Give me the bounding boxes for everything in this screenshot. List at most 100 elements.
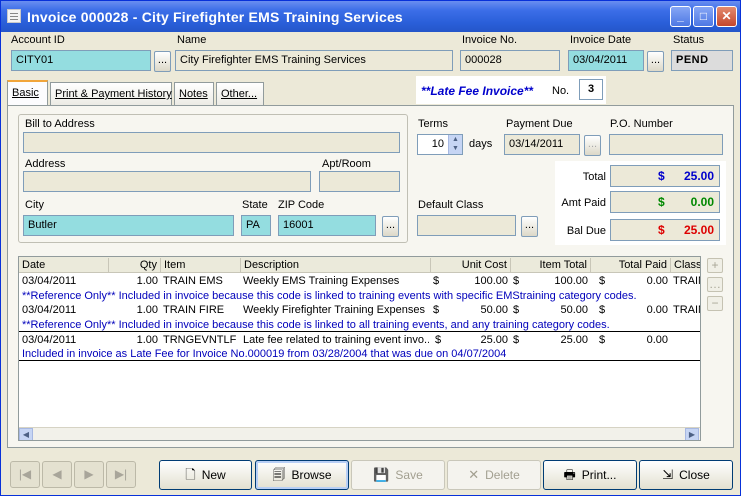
cell-qty: 1.00 [136, 334, 158, 346]
tab-print-payment-history-label: Print & Payment History [55, 88, 172, 100]
minimize-button[interactable]: _ [670, 6, 691, 27]
invoice-date-field[interactable]: 03/04/2011 [568, 50, 644, 71]
close-window-button[interactable]: ✕ [716, 6, 737, 27]
terms-spinner-arrows[interactable]: ▲ ▼ [448, 135, 462, 154]
col-item-total[interactable]: Item Total [511, 258, 591, 273]
col-class[interactable]: Class [671, 258, 700, 273]
invoice-date-picker-button[interactable]: ... [647, 51, 664, 72]
window-title: Invoice 000028 - City Firefighter EMS Tr… [27, 9, 403, 25]
table-row[interactable]: 03/04/2011 1.00 TRAIN EMS Weekly EMS Tra… [19, 275, 700, 305]
browse-button[interactable]: 🗐 Browse [255, 460, 349, 490]
close-button[interactable]: ⇲ Close [639, 460, 733, 490]
tab-other[interactable]: Other... [216, 82, 264, 105]
save-button-label: Save [395, 468, 423, 482]
col-item[interactable]: Item [161, 258, 241, 273]
amt-paid-currency: $ [658, 195, 665, 209]
total-label: Total [582, 171, 606, 183]
cell-qty: 1.00 [136, 275, 158, 287]
delete-button[interactable]: ✕ Delete [447, 460, 541, 490]
first-record-button[interactable]: |◀ [10, 461, 40, 488]
late-fee-no-label: No. [552, 85, 570, 97]
edit-line-button[interactable]: … [707, 277, 723, 292]
invoice-date-label: Invoice Date [570, 34, 632, 46]
invoice-no-field[interactable]: 000028 [460, 50, 560, 71]
state-field[interactable]: PA [241, 215, 271, 236]
col-unit-cost[interactable]: Unit Cost [431, 258, 511, 273]
days-label: days [469, 138, 493, 150]
delete-x-icon: ✕ [468, 467, 480, 482]
line-items-grid[interactable]: Date Qty Item Description Unit Cost Item… [18, 256, 701, 441]
cell-date: 03/04/2011 [22, 275, 77, 287]
amt-paid-value: 0.00 [690, 195, 714, 209]
account-id-label: Account ID [11, 34, 65, 46]
maximize-button[interactable]: □ [693, 6, 714, 27]
col-description[interactable]: Description [241, 258, 431, 273]
bal-due-field: $25.00 [610, 219, 720, 241]
name-label: Name [177, 34, 207, 46]
po-number-field[interactable] [609, 134, 723, 155]
previous-record-button[interactable]: ◀ [42, 461, 72, 488]
next-record-button[interactable]: ▶ [74, 461, 104, 488]
zip-lookup-button[interactable]: ... [382, 216, 399, 237]
cell-unit-cost: 100.00 [474, 275, 508, 287]
cell-description: Weekly EMS Training Expenses [243, 275, 400, 287]
browse-icon: 🗐 [272, 467, 286, 482]
apt-room-field[interactable] [319, 171, 400, 192]
cell-total-paid: 0.00 [646, 304, 668, 316]
zip-field[interactable]: 16001 [278, 215, 376, 236]
account-id-field[interactable]: CITY01 [11, 50, 151, 71]
bal-due-label: Bal Due [566, 225, 606, 237]
invoice-no-label: Invoice No. [462, 34, 518, 46]
bill-to-field[interactable] [23, 132, 400, 153]
save-button[interactable]: 💾 Save [351, 460, 445, 490]
payment-due-picker-button[interactable]: ... [584, 135, 601, 156]
cell-description: Weekly Firefighter Training Expenses [243, 304, 425, 316]
tab-notes[interactable]: Notes [174, 82, 214, 105]
col-qty[interactable]: Qty [109, 258, 161, 273]
add-line-button[interactable]: + [707, 258, 723, 273]
browse-button-label: Browse [291, 468, 332, 482]
cell-class: TRAIN [673, 304, 700, 316]
cell-total-paid: 0.00 [646, 334, 668, 346]
address-label: Address [25, 158, 66, 170]
invoice-window: Invoice 000028 - City Firefighter EMS Tr… [0, 0, 741, 496]
print-button[interactable]: 🖶 Print... [543, 460, 637, 490]
row-note: Included in invoice as Late Fee for Invo… [22, 348, 507, 360]
default-class-label: Default Class [418, 199, 484, 211]
state-label: State [242, 199, 268, 211]
tab-print-payment-history[interactable]: Print & Payment History [50, 82, 172, 105]
default-class-lookup-button[interactable]: ... [521, 216, 538, 237]
total-value: 25.00 [683, 169, 714, 183]
name-field[interactable]: City Firefighter EMS Training Services [175, 50, 453, 71]
total-field: $25.00 [610, 165, 720, 187]
terms-label: Terms [418, 118, 448, 130]
account-lookup-button[interactable]: ... [154, 51, 171, 72]
cell-item: TRNGEVNTLF [163, 334, 237, 346]
cell-qty: 1.00 [136, 304, 158, 316]
save-icon: 💾 [373, 467, 390, 482]
last-record-button[interactable]: ▶| [106, 461, 136, 488]
bal-due-value: 25.00 [683, 223, 714, 237]
new-button[interactable]: 🗋 New [159, 460, 252, 490]
scroll-right-arrow[interactable]: ▶ [685, 428, 699, 440]
table-row-selected[interactable]: 03/04/2011 1.00 TRNGEVNTLF Late fee rela… [19, 331, 700, 361]
totals-box: Total $25.00 Amt Paid $0.00 Bal Due $25.… [555, 161, 726, 245]
late-fee-banner: **Late Fee Invoice** No. 3 [416, 76, 606, 104]
tab-basic[interactable]: Basic [7, 80, 48, 106]
scroll-left-arrow[interactable]: ◀ [19, 428, 33, 440]
default-class-field[interactable] [417, 215, 516, 236]
title-bar[interactable]: Invoice 000028 - City Firefighter EMS Tr… [1, 1, 740, 32]
table-row[interactable]: 03/04/2011 1.00 TRAIN FIRE Weekly Firefi… [19, 304, 700, 334]
remove-line-button[interactable]: − [707, 296, 723, 311]
city-field[interactable]: Butler [23, 215, 234, 236]
cell-class: TRAIN [673, 275, 700, 287]
cell-item-total: 100.00 [554, 275, 588, 287]
address-field[interactable] [23, 171, 311, 192]
col-date[interactable]: Date [19, 258, 109, 273]
delete-button-label: Delete [485, 468, 520, 482]
grid-horizontal-scrollbar[interactable]: ◀ ▶ [19, 427, 700, 440]
late-fee-no-value: 3 [579, 79, 603, 100]
payment-due-field[interactable]: 03/14/2011 [504, 134, 580, 155]
po-number-label: P.O. Number [610, 118, 673, 130]
col-total-paid[interactable]: Total Paid [591, 258, 671, 273]
